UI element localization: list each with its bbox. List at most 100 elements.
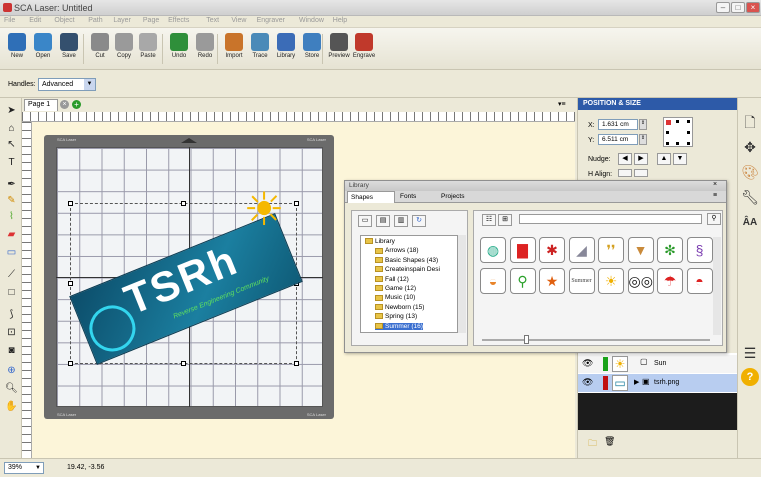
knife-tool-icon[interactable]: ⟆ bbox=[5, 308, 18, 321]
ref-point[interactable] bbox=[687, 120, 690, 123]
weld-tool-icon[interactable]: ◙ bbox=[5, 344, 18, 357]
y-input[interactable]: 6.511 cm bbox=[598, 134, 638, 145]
tab-shapes[interactable]: Shapes bbox=[347, 191, 395, 203]
menu-page[interactable]: Page bbox=[143, 17, 159, 24]
close-page-icon[interactable]: × bbox=[60, 100, 69, 109]
refresh-icon[interactable]: ↻ bbox=[412, 215, 426, 227]
menu-edit[interactable]: Edit bbox=[29, 17, 41, 24]
seahorse-shape-icon[interactable]: § bbox=[686, 237, 713, 263]
add-page-icon[interactable]: + bbox=[72, 100, 81, 109]
tree-item[interactable]: Arrows (18) bbox=[375, 247, 419, 254]
save-button[interactable]: Save bbox=[57, 31, 81, 67]
close-icon[interactable]: × bbox=[746, 2, 760, 13]
subselect-icon[interactable]: ↖ bbox=[5, 138, 18, 151]
tree-item[interactable]: Library bbox=[365, 238, 395, 245]
library-close-icon[interactable]: × bbox=[713, 181, 717, 188]
tree-item[interactable]: Game (12) bbox=[375, 285, 416, 292]
pen-tool-icon[interactable]: ✒ bbox=[5, 178, 18, 191]
tree-item[interactable]: Newborn (15) bbox=[375, 304, 424, 311]
color-palette-icon[interactable]: 🎨︎ bbox=[741, 163, 759, 181]
maximize-icon[interactable]: □ bbox=[731, 2, 745, 13]
beach-ball-shape-icon[interactable]: ◍ bbox=[480, 237, 506, 263]
new-folder-icon[interactable]: ▭ bbox=[358, 215, 372, 227]
eye-icon[interactable]: 👁︎ bbox=[582, 377, 593, 388]
redo-button[interactable]: Redo bbox=[193, 31, 217, 67]
tree-item[interactable]: Spring (13) bbox=[375, 313, 417, 320]
size-slider-thumb[interactable] bbox=[524, 335, 529, 344]
x-input[interactable]: 1.631 cm bbox=[598, 119, 638, 130]
umbrella-shape-icon[interactable]: ☂ bbox=[657, 267, 683, 294]
layer-color-swatch[interactable] bbox=[603, 357, 608, 371]
ref-point[interactable] bbox=[666, 142, 669, 145]
menu-path[interactable]: Path bbox=[88, 17, 102, 24]
layer-name[interactable]: tsrh.png bbox=[654, 379, 679, 386]
reference-point-grid[interactable] bbox=[663, 117, 693, 147]
selection-handle[interactable] bbox=[294, 201, 299, 206]
menu-file[interactable]: File bbox=[4, 17, 15, 24]
search-icon[interactable]: ⚲ bbox=[707, 213, 721, 225]
sunglasses-shape-icon[interactable]: ◎◎ bbox=[627, 267, 654, 294]
menu-window[interactable]: Window bbox=[299, 17, 324, 24]
tab-fonts[interactable]: Fonts bbox=[400, 193, 416, 200]
align-left-icon[interactable] bbox=[618, 169, 632, 177]
pencil-tool-icon[interactable]: ✎ bbox=[5, 194, 18, 207]
ref-point[interactable] bbox=[666, 131, 669, 134]
selection-handle[interactable] bbox=[68, 201, 73, 206]
text-tool-icon[interactable]: T bbox=[5, 156, 18, 169]
align-center-icon[interactable] bbox=[634, 169, 648, 177]
tree-item[interactable]: Basic Shapes (43) bbox=[375, 257, 438, 264]
ref-point[interactable] bbox=[687, 142, 690, 145]
copy-button[interactable]: Copy bbox=[112, 31, 136, 67]
shapes-scrollbar[interactable] bbox=[713, 237, 721, 335]
chevron-down-icon[interactable]: ▼ bbox=[84, 79, 95, 90]
selection-handle[interactable] bbox=[294, 361, 299, 366]
menu-engraver[interactable]: Engraver bbox=[257, 17, 285, 24]
menu-view[interactable]: View bbox=[231, 17, 246, 24]
tab-projects[interactable]: Projects bbox=[441, 193, 464, 200]
import-icon[interactable]: ▥ bbox=[394, 215, 408, 227]
dolphin-shape-icon[interactable]: ◢ bbox=[568, 237, 595, 263]
summer-text-shape-icon[interactable]: Summer bbox=[568, 267, 595, 294]
nudge-left-icon[interactable]: ◀ bbox=[618, 153, 632, 165]
tree-item[interactable]: Music (10) bbox=[375, 294, 415, 301]
undo-button[interactable]: Undo bbox=[167, 31, 191, 67]
sun-shape-icon[interactable]: ☀ bbox=[240, 185, 288, 233]
nudge-down-icon[interactable]: ▼ bbox=[673, 153, 687, 165]
layer-name[interactable]: Sun bbox=[654, 360, 666, 367]
sun-shape-icon[interactable]: ☀ bbox=[598, 267, 624, 294]
shape-tool-icon[interactable]: ▭ bbox=[5, 246, 18, 259]
wrench-icon[interactable]: 🔧︎ bbox=[741, 188, 759, 206]
y-stepper[interactable]: ⇕ bbox=[639, 134, 647, 145]
tree-scrollbar[interactable] bbox=[458, 235, 466, 333]
menu-help[interactable]: Help bbox=[333, 17, 347, 24]
minimize-icon[interactable]: – bbox=[716, 2, 730, 13]
hand-pan-icon[interactable]: ✋ bbox=[5, 400, 18, 413]
delete-icon[interactable]: ▤ bbox=[376, 215, 390, 227]
engrave-button[interactable]: Engrave bbox=[352, 31, 376, 67]
select-arrow-icon[interactable]: ➤ bbox=[5, 104, 18, 117]
new-button[interactable]: New bbox=[5, 31, 29, 67]
layers-stack-icon[interactable]: ☰ bbox=[741, 344, 759, 362]
panel-menu-icon[interactable]: ▾≡ bbox=[558, 100, 566, 108]
preview-button[interactable]: Preview bbox=[327, 31, 351, 67]
palm-tree-shape-icon[interactable]: ✻ bbox=[657, 237, 683, 263]
tree-item[interactable]: Createinspain Desi bbox=[375, 266, 440, 273]
font-size-icon[interactable]: ÂA bbox=[741, 214, 759, 232]
cut-button[interactable]: Cut bbox=[88, 31, 112, 67]
layer-row-sun[interactable]: 👁︎ ☀ ▢ Sun bbox=[578, 355, 738, 373]
ref-point[interactable] bbox=[676, 142, 679, 145]
flip-flops-shape-icon[interactable]: ❜❜ bbox=[598, 237, 624, 263]
move-arrows-icon[interactable]: ✥ bbox=[741, 138, 759, 156]
eye-icon[interactable]: 👁︎ bbox=[582, 358, 593, 369]
magnifier-icon[interactable]: 🔍︎ bbox=[5, 382, 18, 395]
shovel-shape-icon[interactable]: ⚲ bbox=[509, 267, 536, 294]
size-slider-track[interactable] bbox=[482, 339, 710, 341]
library-menu-icon[interactable]: ≡ bbox=[713, 192, 717, 199]
import-button[interactable]: Import bbox=[222, 31, 246, 67]
menu-effects[interactable]: Effects bbox=[168, 17, 189, 24]
watermelon-shape-icon[interactable]: ◓ bbox=[686, 267, 713, 294]
ref-point[interactable] bbox=[687, 131, 690, 134]
selection-handle[interactable] bbox=[181, 361, 186, 366]
eyedropper-icon[interactable]: ⟋ bbox=[5, 268, 18, 281]
node-edit-icon[interactable]: ⌂ bbox=[5, 122, 18, 135]
